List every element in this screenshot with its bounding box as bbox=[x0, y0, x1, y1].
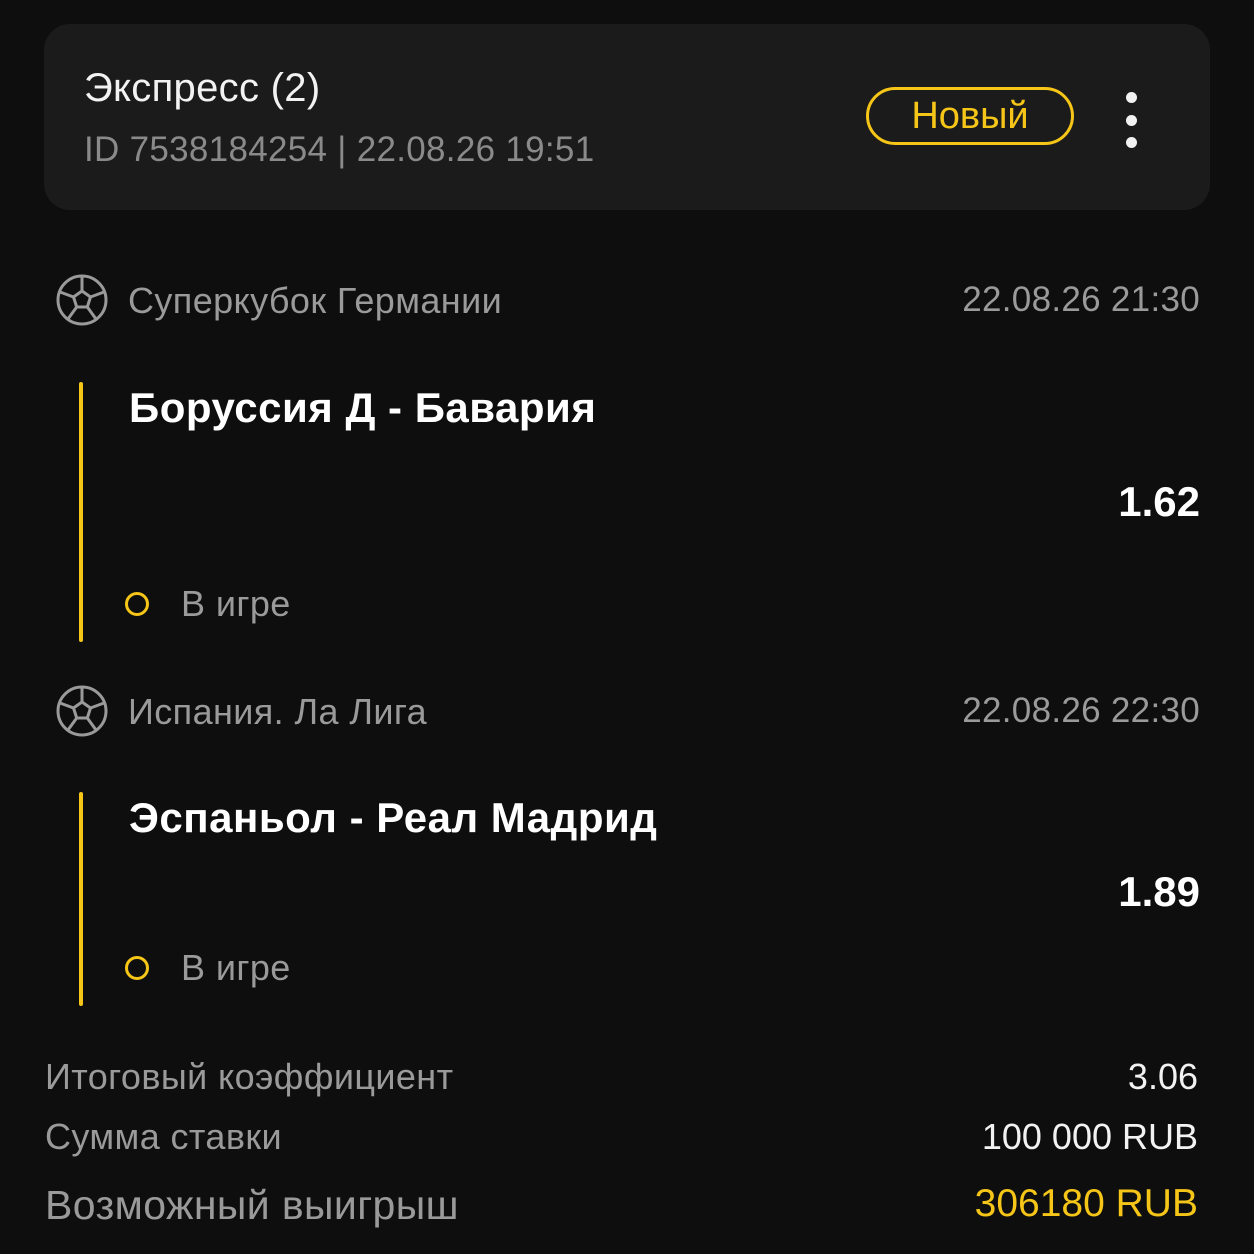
league-row: Суперкубок Германии 22.08.26 21:30 bbox=[54, 272, 1200, 328]
match-title: Эспаньол - Реал Мадрид bbox=[129, 794, 658, 841]
status-text: В игре bbox=[181, 947, 291, 988]
payout-label: Возможный выигрыш bbox=[45, 1182, 459, 1228]
match-title: Боруссия Д - Бавария bbox=[129, 384, 597, 431]
more-dot bbox=[1125, 92, 1137, 103]
more-vertical-icon[interactable] bbox=[1114, 92, 1148, 148]
stake-label: Сумма ставки bbox=[45, 1116, 283, 1157]
total-odds-value: 3.06 bbox=[1127, 1056, 1198, 1097]
event-datetime: 22.08.26 22:30 bbox=[962, 691, 1200, 730]
league-name: Суперкубок Германии bbox=[128, 280, 503, 321]
event-odds: 1.62 bbox=[1118, 478, 1200, 525]
bet-id-datetime: ID 7538184254 | 22.08.26 19:51 bbox=[84, 130, 595, 169]
status-text: В игре bbox=[181, 583, 291, 624]
soccer-ball-icon bbox=[56, 685, 108, 737]
payout-value: 306180 RUB bbox=[974, 1182, 1198, 1225]
status-circle-icon bbox=[125, 592, 149, 616]
event-accent-bar bbox=[79, 792, 83, 1006]
league-name: Испания. Ла Лига bbox=[128, 691, 428, 732]
more-dot bbox=[1125, 137, 1137, 148]
soccer-ball-icon bbox=[56, 274, 108, 326]
bet-header-card: Экспресс (2) ID 7538184254 | 22.08.26 19… bbox=[44, 24, 1210, 210]
event-datetime: 22.08.26 21:30 bbox=[962, 280, 1200, 319]
league-row: Испания. Ла Лига 22.08.26 22:30 bbox=[54, 683, 1200, 739]
event-odds: 1.89 bbox=[1118, 868, 1200, 915]
event-card[interactable]: Боруссия Д - Бавария 1.62 В игре bbox=[79, 382, 1200, 642]
status-badge: Новый bbox=[866, 87, 1074, 145]
stake-value: 100 000 RUB bbox=[981, 1116, 1198, 1157]
bet-type-title: Экспресс (2) bbox=[84, 66, 321, 110]
event-card[interactable]: Эспаньол - Реал Мадрид 1.89 В игре bbox=[79, 792, 1200, 1006]
more-dot bbox=[1125, 114, 1137, 126]
total-odds-label: Итоговый коэффициент bbox=[45, 1056, 454, 1097]
event-accent-bar bbox=[79, 382, 83, 642]
status-circle-icon bbox=[125, 956, 149, 980]
